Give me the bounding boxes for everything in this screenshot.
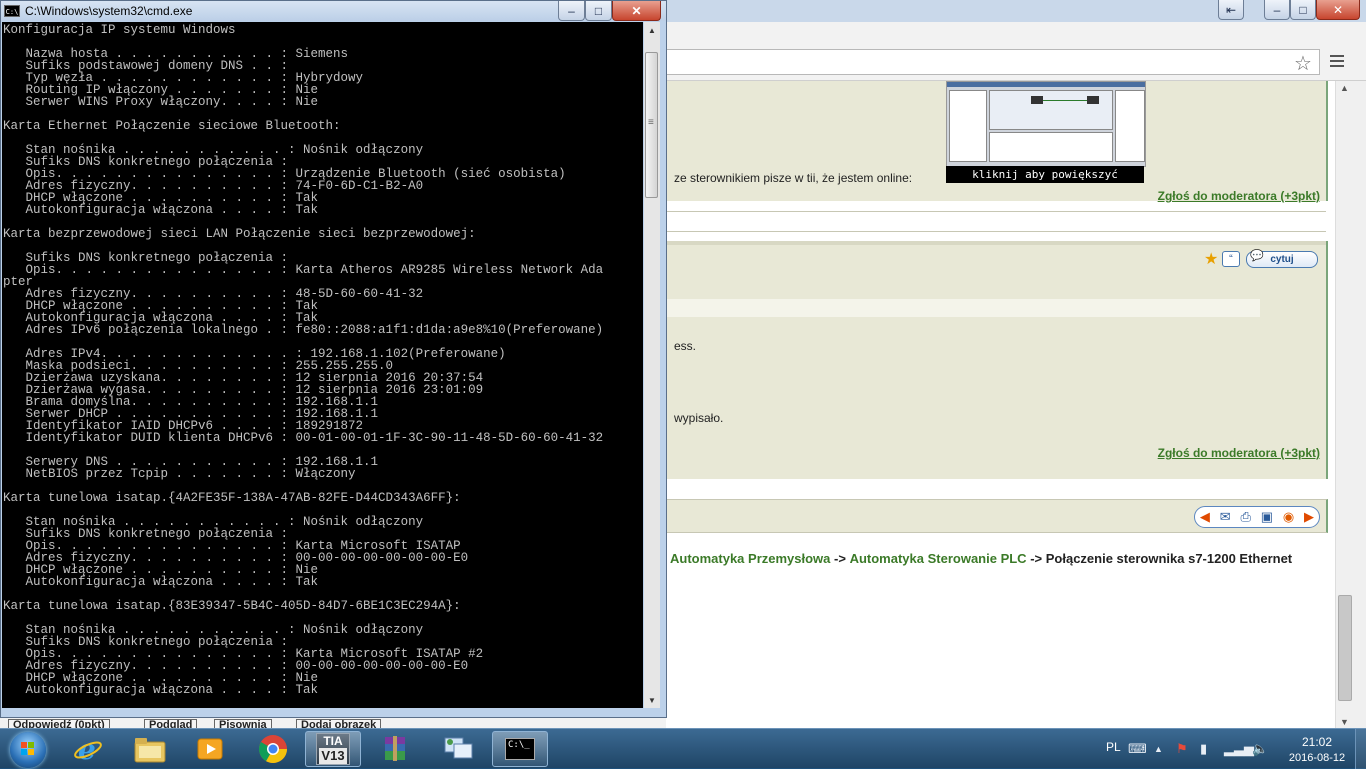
scroll-down-icon[interactable]: ▼	[648, 696, 656, 705]
close-button[interactable]: ✕	[612, 1, 661, 21]
console-text: Konfiguracja IP systemu Windows Nazwa ho…	[3, 23, 604, 697]
clock-date[interactable]: 2016-08-12	[1278, 752, 1356, 764]
keyboard-icon[interactable]: ⌨	[1128, 741, 1147, 757]
minimize-icon: –	[1273, 2, 1281, 17]
maximize-button[interactable]: □	[585, 1, 612, 21]
forum-post: kliknij aby powiększyć ze sterownikiem p…	[640, 81, 1328, 203]
show-hidden-icons-icon[interactable]: ▲	[1154, 744, 1163, 754]
print-icon[interactable]: ⎙	[1240, 509, 1250, 525]
action-center-icon[interactable]: ⚑	[1176, 741, 1188, 757]
breadcrumb-separator: ->	[834, 551, 846, 566]
tia-version-label: V13	[319, 748, 347, 764]
close-icon: ✕	[1332, 2, 1344, 17]
topic-toolbar: ◀ ✉ ⎙ ▣ ◉ ▶	[640, 499, 1328, 533]
quote-icon[interactable]: “	[1222, 251, 1240, 267]
scroll-up-icon[interactable]: ▲	[648, 26, 656, 35]
clock-time[interactable]: 21:02	[1292, 735, 1342, 749]
page-scrollbar[interactable]: ▲ ▼	[1335, 81, 1366, 730]
previous-arrow-icon[interactable]: ◀	[1200, 509, 1210, 525]
chrome-icon	[259, 735, 287, 763]
internet-explorer-icon: e	[74, 733, 102, 765]
scrollbar-thumb[interactable]	[645, 52, 658, 198]
volume-icon[interactable]: 🔈	[1252, 741, 1268, 757]
post-text: ze sterownikiem pisze w tii, że jestem o…	[674, 171, 913, 185]
windows-logo-icon	[10, 732, 46, 768]
cmd-icon-label: C:\_	[508, 740, 530, 750]
address-bar[interactable]	[640, 49, 1320, 75]
start-button[interactable]	[2, 730, 54, 768]
screenshot-thumbnail[interactable]	[946, 81, 1146, 167]
language-indicator[interactable]: PL	[1106, 740, 1121, 754]
taskbar-cmd[interactable]: C:\_	[492, 731, 548, 767]
winrar-icon	[385, 736, 405, 761]
chrome-window: ⇤ – □ ✕ ☆ kliknij aby powiększyć ze ster…	[640, 0, 1366, 730]
minimize-button[interactable]: –	[558, 1, 585, 21]
breadcrumb-automatyka-przemyslowa[interactable]: Automatyka Przemysłowa	[670, 551, 830, 566]
close-button[interactable]: ✕	[1316, 0, 1360, 20]
maximize-button[interactable]: □	[1290, 0, 1316, 20]
window-title: C:\Windows\system32\cmd.exe	[25, 4, 193, 18]
chrome-profile-button[interactable]: ⇤	[1218, 0, 1244, 20]
network-icon	[444, 737, 473, 759]
cmd-icon: C:\_	[505, 738, 535, 760]
page-viewport: kliknij aby powiększyć ze sterownikiem p…	[640, 81, 1335, 730]
speech-bubble-icon: 💬	[1250, 250, 1264, 262]
show-desktop-button[interactable]	[1355, 729, 1366, 769]
breadcrumb: Automatyka Przemysłowa -> Automatyka Ste…	[670, 551, 1292, 566]
minimize-icon: –	[568, 3, 575, 18]
console-scrollbar[interactable]: ▲ ▼	[644, 22, 660, 708]
taskbar: e TIA V13 C:\_ PL ⌨ ▲ ⚑ ▮ ▂▃▅ 🔈 21:02 20…	[0, 728, 1366, 769]
chrome-titlebar[interactable]: ⇤ – □ ✕	[640, 0, 1366, 22]
tia-portal-icon: TIA V13	[316, 733, 350, 765]
system-tray: PL ⌨ ▲ ⚑ ▮ ▂▃▅ 🔈 21:02 2016-08-12	[1096, 729, 1366, 769]
post-text: wypisało.	[674, 411, 724, 425]
star-icon[interactable]: ★	[1204, 249, 1218, 269]
topic-actions: ◀ ✉ ⎙ ▣ ◉ ▶	[1194, 506, 1320, 528]
report-to-moderator-link[interactable]: Zgłoś do moderatora (+3pkt)	[1158, 446, 1320, 460]
watch-topic-icon[interactable]: ◉	[1283, 509, 1294, 525]
close-icon: ✕	[631, 3, 642, 18]
breadcrumb-automatyka-sterowanie-plc[interactable]: Automatyka Sterowanie PLC	[850, 551, 1027, 566]
breadcrumb-current-topic: Połączenie sterownika s7-1200 Ethernet	[1045, 551, 1293, 566]
cmd-app-icon[interactable]: C:\	[4, 5, 20, 17]
folder-icon	[134, 738, 166, 763]
cmd-window: C:\ C:\Windows\system32\cmd.exe – □ ✕ Ko…	[0, 0, 667, 718]
next-arrow-icon[interactable]: ▶	[1304, 509, 1314, 525]
taskbar-tia-portal[interactable]: TIA V13	[305, 731, 361, 767]
maximize-icon: □	[594, 3, 603, 18]
bookmark-star-icon[interactable]: ☆	[1294, 51, 1312, 76]
chrome-menu-icon[interactable]	[1330, 52, 1344, 70]
scroll-down-icon[interactable]: ▼	[1340, 717, 1349, 727]
post-text: ess.	[674, 339, 697, 353]
forum-post: ★ “ 💬 cytuj ess. wypisało. Zgłoś do mode…	[640, 241, 1328, 479]
network-signal-icon[interactable]: ▂▃▅	[1224, 741, 1254, 757]
taskbar-winrar[interactable]	[367, 731, 423, 767]
scrollbar-thumb[interactable]	[1338, 595, 1352, 701]
minimize-button[interactable]: –	[1264, 0, 1290, 20]
cmd-titlebar[interactable]: C:\ C:\Windows\system32\cmd.exe – □ ✕	[1, 1, 666, 21]
maximize-icon: □	[1299, 2, 1307, 17]
power-icon[interactable]: ▮	[1200, 741, 1207, 757]
taskbar-media-player[interactable]	[182, 731, 238, 767]
address-bar-area: ☆	[640, 44, 1366, 81]
taskbar-network-settings[interactable]	[430, 731, 486, 767]
enlarge-caption[interactable]: kliknij aby powiększyć	[946, 166, 1144, 183]
console-output[interactable]: Konfiguracja IP systemu Windows Nazwa ho…	[2, 22, 643, 708]
email-icon[interactable]: ✉	[1220, 509, 1231, 525]
quote-button[interactable]: 💬 cytuj	[1246, 250, 1318, 268]
tia-label: TIA	[323, 734, 343, 748]
taskbar-internet-explorer[interactable]: e	[60, 731, 116, 767]
taskbar-file-explorer[interactable]	[122, 731, 178, 767]
taskbar-chrome[interactable]	[245, 731, 301, 767]
restore-tabs-icon: ⇤	[1225, 2, 1237, 17]
scroll-up-icon[interactable]: ▲	[1340, 83, 1349, 93]
report-to-moderator-link[interactable]: Zgłoś do moderatora (+3pkt)	[1158, 189, 1320, 203]
media-player-icon	[197, 738, 223, 760]
save-icon[interactable]: ▣	[1261, 509, 1273, 525]
quote-button-label: cytuj	[1270, 254, 1294, 265]
breadcrumb-separator: ->	[1030, 551, 1043, 566]
